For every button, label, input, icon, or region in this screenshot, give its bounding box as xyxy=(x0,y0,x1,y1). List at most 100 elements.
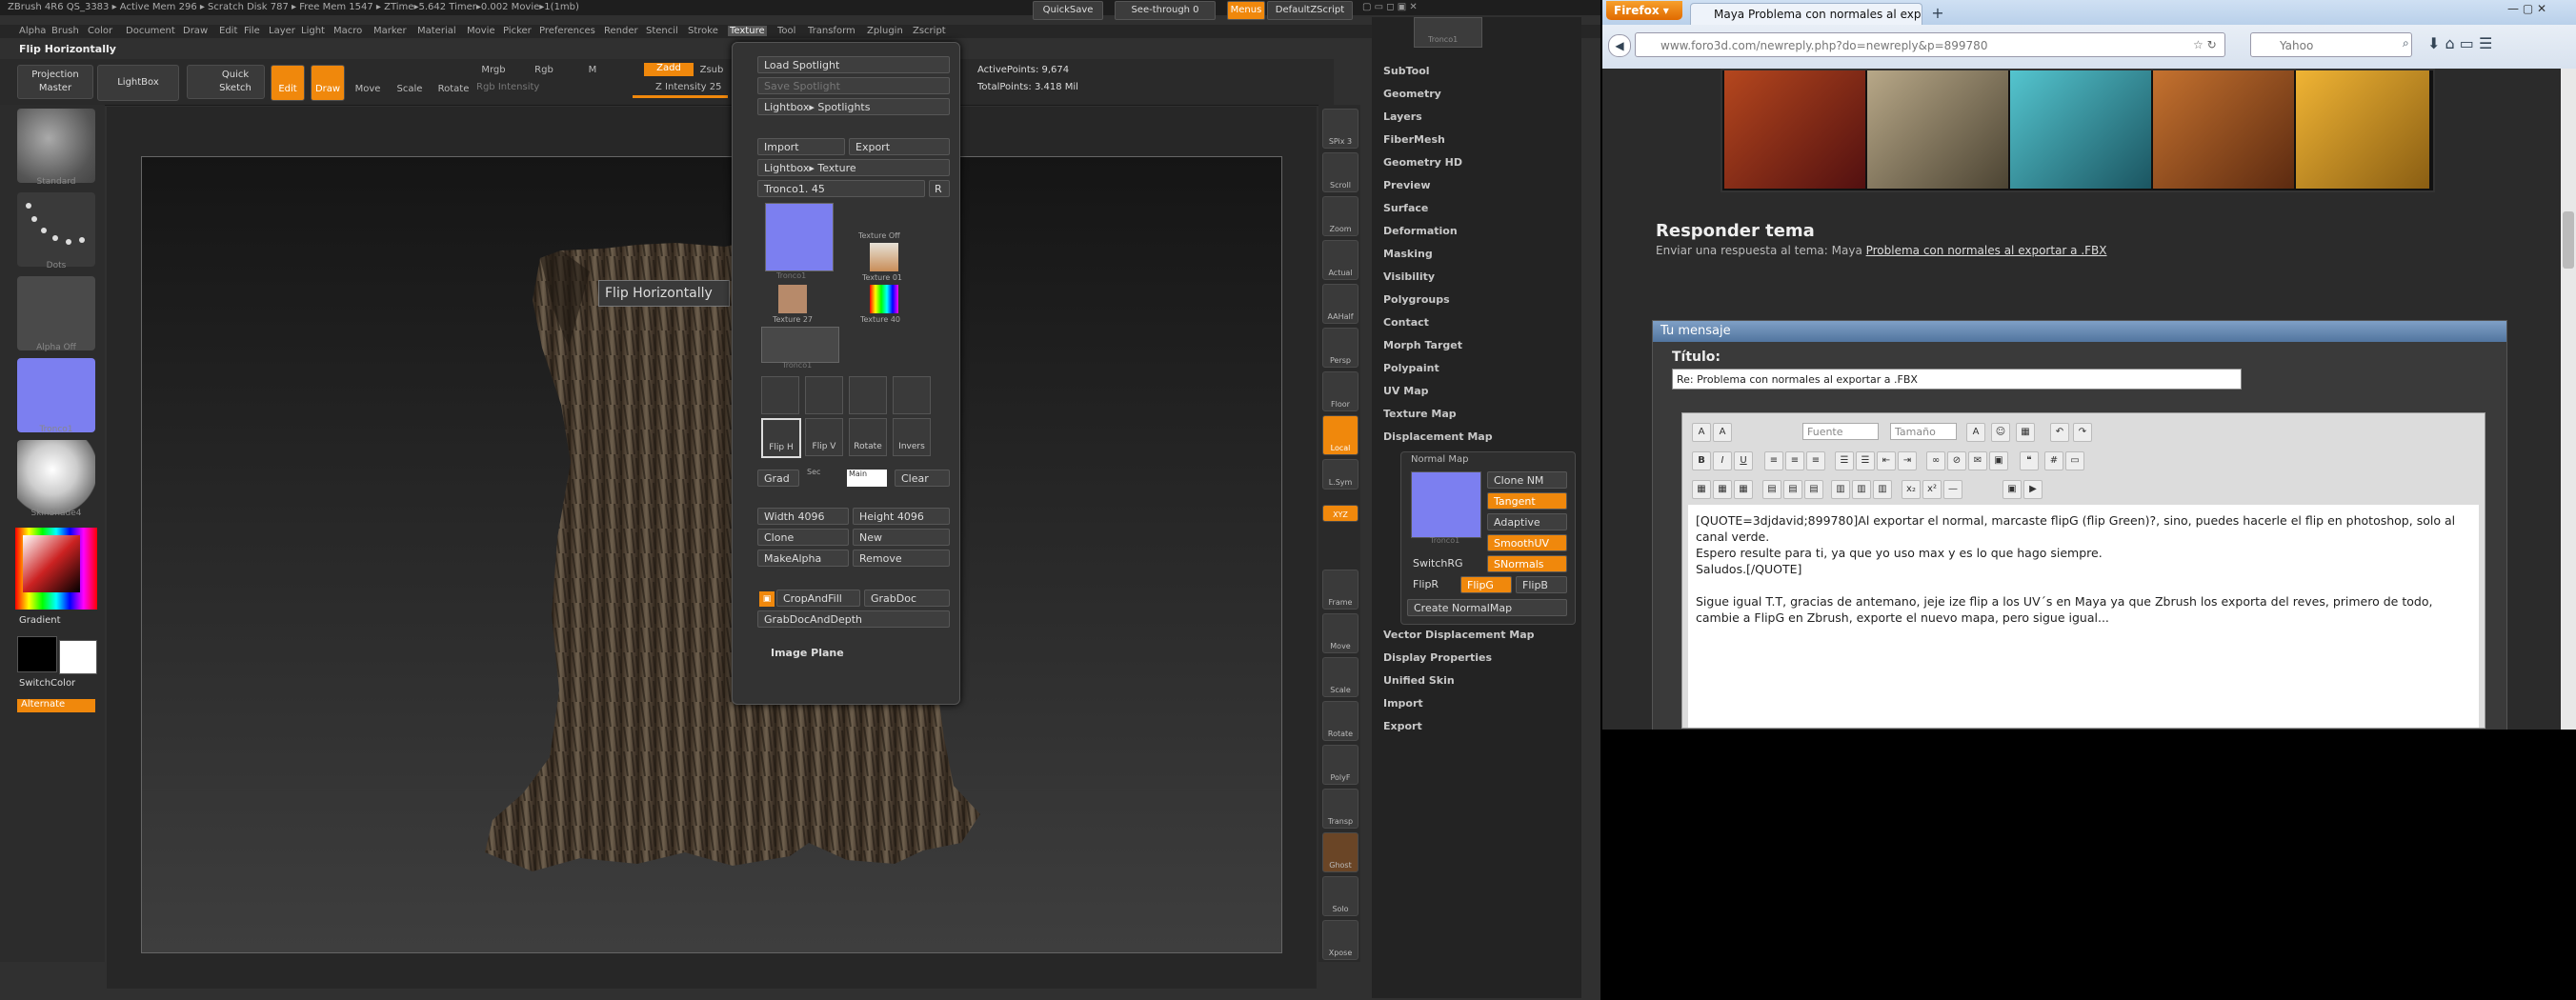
floor-button[interactable]: Floor xyxy=(1322,371,1358,411)
m-button[interactable]: M xyxy=(583,65,602,75)
indent-icon[interactable]: ⇥ xyxy=(1898,451,1917,470)
rotate-view-button[interactable]: Rotate xyxy=(1322,701,1358,741)
bookmark-star-icon[interactable]: ☆ ↻ xyxy=(2193,38,2217,51)
transp-button[interactable]: Transp xyxy=(1322,789,1358,829)
menu-stencil[interactable]: Stencil xyxy=(646,26,678,36)
edit-button[interactable]: Edit xyxy=(271,65,305,101)
youtube-icon[interactable]: ▶ xyxy=(2023,480,2043,499)
underline-icon[interactable]: U xyxy=(1734,451,1753,470)
image-plane-item[interactable]: Image Plane xyxy=(771,647,844,659)
clone-nm-button[interactable]: Clone NM xyxy=(1487,471,1567,489)
aahalf-button[interactable]: AAHalf xyxy=(1322,284,1358,324)
remove-texture-button[interactable]: Remove xyxy=(853,550,950,567)
scale-view-button[interactable]: Scale xyxy=(1322,657,1358,697)
zsub-button[interactable]: Zsub xyxy=(697,65,726,75)
remove-format-icon[interactable]: A xyxy=(1692,423,1711,442)
tool-polygroups[interactable]: Polygroups xyxy=(1383,293,1450,306)
table-icon-6[interactable]: ▤ xyxy=(1804,480,1823,499)
bullet-list-icon[interactable]: ☰ xyxy=(1856,451,1875,470)
snormals-toggle[interactable]: SNormals xyxy=(1487,555,1567,572)
tool-import[interactable]: Import xyxy=(1383,697,1423,710)
menu-render[interactable]: Render xyxy=(604,26,638,36)
new-texture-button[interactable]: New xyxy=(853,529,950,546)
xyz-button[interactable]: XYZ xyxy=(1322,505,1358,522)
tool-layers[interactable]: Layers xyxy=(1383,110,1422,123)
zoom-button[interactable]: Zoom xyxy=(1322,196,1358,236)
lightbox-texture-button[interactable]: Lightbox▸ Texture xyxy=(757,159,950,176)
code-icon[interactable]: ▭ xyxy=(2065,451,2084,470)
smiley-icon[interactable]: ☺ xyxy=(1991,423,2010,442)
menu-color[interactable]: Color xyxy=(88,26,112,36)
table-icon-5[interactable]: ▤ xyxy=(1783,480,1802,499)
format-icon[interactable]: A xyxy=(1713,423,1732,442)
outdent-icon[interactable]: ⇤ xyxy=(1877,451,1896,470)
local-button[interactable]: Local xyxy=(1322,415,1358,455)
tool-geometry[interactable]: Geometry xyxy=(1383,88,1441,100)
texture-thumbnail[interactable] xyxy=(17,358,95,432)
menu-document[interactable]: Document xyxy=(126,26,175,36)
texture-tool-icon-3[interactable] xyxy=(849,376,887,414)
tool-polypaint[interactable]: Polypaint xyxy=(1383,362,1439,374)
color-picker[interactable] xyxy=(15,528,97,610)
browser-tab[interactable]: Maya Problema con normales al exporta... xyxy=(1690,3,1922,25)
menu-macro[interactable]: Macro xyxy=(333,26,362,36)
tool-geometry-hd[interactable]: Geometry HD xyxy=(1383,156,1462,169)
menu-transform[interactable]: Transform xyxy=(808,26,855,36)
title-input[interactable]: Re: Problema con normales al exportar a … xyxy=(1672,369,2242,390)
menu-stroke[interactable]: Stroke xyxy=(688,26,718,36)
quote-icon[interactable]: ❝ xyxy=(2020,451,2039,470)
insert-image-icon-2[interactable]: ▣ xyxy=(1989,451,2008,470)
clone-texture-button[interactable]: Clone xyxy=(757,529,849,546)
tool-surface[interactable]: Surface xyxy=(1383,202,1428,214)
tool-morph-target[interactable]: Morph Target xyxy=(1383,339,1462,351)
new-tab-button[interactable]: + xyxy=(1928,4,1947,23)
zadd-button[interactable]: Zadd xyxy=(644,63,694,76)
flip-v-button[interactable]: Flip V xyxy=(805,418,843,456)
lightbox-button[interactable]: LightBox xyxy=(97,65,179,101)
toolbar-icons[interactable]: ⬇ ⌂ ▭ ☰ xyxy=(2427,34,2492,52)
xpose-button[interactable]: Xpose xyxy=(1322,920,1358,960)
size-select[interactable]: Tamaño xyxy=(1890,423,1957,440)
invers-button[interactable]: Invers xyxy=(893,418,931,456)
small-texture-slot[interactable] xyxy=(761,327,839,363)
menu-file[interactable]: File xyxy=(244,26,260,36)
window-controls[interactable]: — ▢ ✕ xyxy=(2507,2,2574,21)
font-select[interactable]: Fuente xyxy=(1802,423,1879,440)
menu-material[interactable]: Material xyxy=(417,26,456,36)
menu-zplugin[interactable]: Zplugin xyxy=(867,26,903,36)
flipr-toggle[interactable]: FlipR xyxy=(1407,576,1459,593)
quicksave-button[interactable]: QuickSave xyxy=(1033,1,1103,20)
search-box[interactable]: Yahoo xyxy=(2250,32,2412,57)
solo-button[interactable]: Solo xyxy=(1322,876,1358,916)
rotate-texture-button[interactable]: Rotate xyxy=(849,418,887,456)
tool-fibermesh[interactable]: FiberMesh xyxy=(1383,133,1445,146)
stroke-thumbnail[interactable] xyxy=(17,192,95,267)
thread-link[interactable]: Problema con normales al exportar a .FBX xyxy=(1866,244,2107,257)
ghost-button[interactable]: Ghost xyxy=(1322,832,1358,872)
menu-marker[interactable]: Marker xyxy=(373,26,407,36)
quick-sketch-button[interactable]: Quick Sketch xyxy=(187,65,265,99)
texture-tool-icon-1[interactable] xyxy=(761,376,799,414)
unlink-icon[interactable]: ⊘ xyxy=(1947,451,1966,470)
switchrg-toggle[interactable]: SwitchRG xyxy=(1407,555,1483,572)
menu-zscript[interactable]: Zscript xyxy=(913,26,946,36)
tool-visibility[interactable]: Visibility xyxy=(1383,270,1435,283)
current-texture-preview[interactable] xyxy=(765,203,834,271)
projection-master-button[interactable]: Projection Master xyxy=(17,65,93,99)
tree-trunk-model[interactable] xyxy=(142,157,1281,952)
table-icon-2[interactable]: ▦ xyxy=(1713,480,1732,499)
tool-display-properties[interactable]: Display Properties xyxy=(1383,651,1492,664)
search-icon[interactable]: ⌕ xyxy=(2403,36,2409,50)
email-link-icon[interactable]: ✉ xyxy=(1968,451,1987,470)
actual-button[interactable]: Actual xyxy=(1322,240,1358,280)
scale-button[interactable]: Scale xyxy=(392,84,427,94)
grabdocanddepth-button[interactable]: GrabDocAndDepth xyxy=(757,610,950,628)
table-icon-4[interactable]: ▤ xyxy=(1762,480,1781,499)
smoothuv-toggle[interactable]: SmoothUV xyxy=(1487,534,1567,551)
brush-thumbnail[interactable] xyxy=(17,109,95,183)
draw-button[interactable]: Draw xyxy=(311,65,345,101)
grabdoc-button[interactable]: GrabDoc xyxy=(864,590,950,607)
makealpha-button[interactable]: MakeAlpha xyxy=(757,550,849,567)
bold-icon[interactable]: B xyxy=(1692,451,1711,470)
clear-button[interactable]: Clear xyxy=(895,470,950,487)
